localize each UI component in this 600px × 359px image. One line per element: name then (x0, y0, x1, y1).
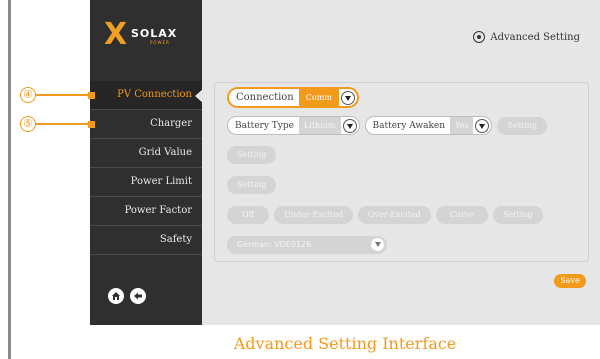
callout-marker-4: ④ (20, 87, 95, 103)
chevron-down-icon[interactable] (371, 238, 384, 251)
page: X SOLAX POWER PV Connection Charger Grid… (0, 0, 600, 359)
callout-line (36, 123, 88, 125)
logo-tagline: POWER (150, 40, 170, 45)
sidebar: X SOLAX POWER PV Connection Charger Grid… (90, 0, 203, 325)
power-factor-off-button[interactable]: Off (227, 206, 270, 224)
sidebar-item-charger[interactable]: Charger (90, 110, 202, 139)
bottom-controls (108, 288, 146, 304)
charger-setting-button[interactable]: Setting (497, 116, 547, 135)
battery-type-select[interactable]: Battery Type Lithium (227, 116, 360, 135)
power-limit-row: Setting (227, 176, 277, 194)
power-factor-over-excited-button[interactable]: Over-Excited (358, 206, 431, 224)
charger-row: Battery Type Lithium Battery Awaken Yes … (227, 116, 547, 135)
battery-awaken-label: Battery Awaken (372, 120, 446, 131)
callout-number-5: ⑤ (20, 116, 36, 132)
sidebar-item-safety[interactable]: Safety (90, 226, 202, 255)
home-icon[interactable] (108, 288, 124, 304)
solax-logo: X SOLAX POWER (104, 18, 190, 54)
callout-dot (88, 120, 95, 128)
grid-value-row: Setting (227, 146, 277, 164)
sidebar-item-pv-connection[interactable]: PV Connection (90, 81, 203, 110)
grid-value-setting-button[interactable]: Setting (227, 146, 277, 164)
battery-awaken-value: Yes (450, 117, 474, 134)
safety-row: German: VDE0126 (227, 236, 387, 254)
sidebar-item-power-factor[interactable]: Power Factor (90, 197, 202, 226)
chevron-down-icon[interactable] (340, 90, 355, 105)
left-border (8, 0, 11, 359)
app-window: X SOLAX POWER PV Connection Charger Grid… (90, 0, 600, 325)
logo-mark: X (104, 17, 128, 52)
callout-line (36, 94, 88, 96)
connection-value: Comm (298, 89, 339, 106)
sidebar-item-power-limit[interactable]: Power Limit (90, 168, 202, 197)
save-button[interactable]: Save (554, 274, 586, 288)
power-factor-setting-button[interactable]: Setting (493, 206, 543, 224)
battery-awaken-select[interactable]: Battery Awaken Yes (364, 116, 493, 135)
callout-marker-5: ⑤ (20, 116, 95, 132)
power-factor-row: Off Under-Excited Over-Excited Curve Set… (227, 206, 543, 224)
country-value: German: VDE0126 (237, 240, 312, 249)
gear-icon (473, 31, 486, 43)
battery-type-value: Lithium (298, 117, 341, 134)
logo-name: SOLAX (131, 27, 178, 40)
chevron-down-icon[interactable] (475, 118, 490, 133)
callout-dot (88, 91, 95, 99)
figure-caption: Advanced Setting Interface (233, 334, 457, 353)
power-factor-curve-button[interactable]: Curve (435, 206, 489, 224)
page-title: Advanced Setting (473, 31, 580, 43)
main-panel: Advanced Setting Connection Comm Battery… (202, 0, 600, 325)
connection-select[interactable]: Connection Comm (227, 87, 359, 108)
pv-connection-row: Connection Comm (227, 87, 359, 108)
callout-number-4: ④ (20, 87, 36, 103)
country-select[interactable]: German: VDE0126 (227, 236, 387, 254)
header: Advanced Setting (202, 0, 600, 78)
page-title-text: Advanced Setting (490, 31, 580, 43)
battery-type-label: Battery Type (235, 120, 294, 131)
sidebar-nav: PV Connection Charger Grid Value Power L… (90, 81, 203, 255)
chevron-down-icon[interactable] (342, 118, 357, 133)
connection-label: Connection (236, 92, 294, 103)
sidebar-item-grid-value[interactable]: Grid Value (90, 139, 202, 168)
back-arrow-icon[interactable] (130, 288, 146, 304)
settings-panel: Connection Comm Battery Type Lithium Bat… (214, 82, 589, 262)
power-factor-under-excited-button[interactable]: Under-Excited (274, 206, 353, 224)
power-limit-setting-button[interactable]: Setting (227, 176, 277, 194)
